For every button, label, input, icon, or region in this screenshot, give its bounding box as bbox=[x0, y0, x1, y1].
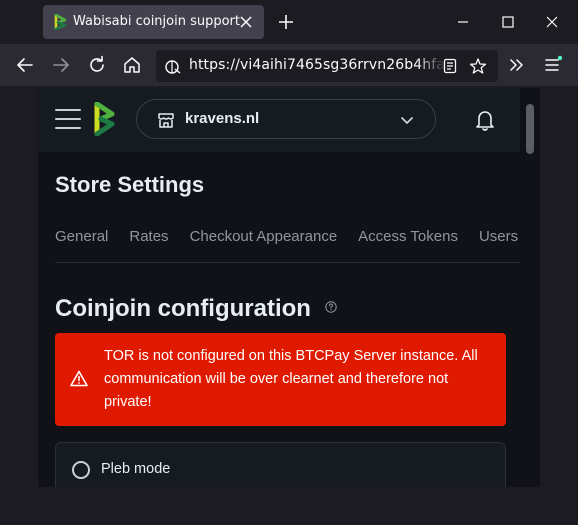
frame-right bbox=[540, 86, 578, 487]
store-icon bbox=[158, 113, 174, 128]
store-name: kravens.nl bbox=[185, 110, 260, 127]
alert-message: TOR is not configured on this BTCPay Ser… bbox=[104, 348, 478, 410]
notifications-bell-icon[interactable] bbox=[474, 108, 496, 132]
overflow-chevrons-icon[interactable] bbox=[506, 54, 528, 76]
tor-warning-alert: TOR is not configured on this BTCPay Ser… bbox=[55, 333, 506, 426]
frame-left bbox=[0, 86, 38, 487]
section-title: Coinjoin configuration bbox=[55, 295, 311, 322]
tab-users[interactable]: Users bbox=[479, 228, 518, 245]
chevron-down-icon bbox=[401, 117, 413, 124]
back-arrow-icon[interactable] bbox=[14, 54, 36, 76]
reader-view-icon[interactable] bbox=[443, 58, 457, 74]
tab-access-tokens[interactable]: Access Tokens bbox=[358, 228, 458, 245]
onion-icon bbox=[165, 60, 181, 74]
help-question-icon[interactable] bbox=[325, 301, 337, 313]
page-viewport: kravens.nl Store Settings General Rates Ch… bbox=[38, 88, 540, 487]
page-title: Store Settings bbox=[55, 172, 205, 197]
url-bar[interactable]: https://vi4aihi7465sg36rrvn26b4hfaanmjon… bbox=[156, 50, 498, 82]
browser-navbar: https://vi4aihi7465sg36rrvn26b4hfaanmjon… bbox=[0, 44, 578, 86]
tab-general[interactable]: General bbox=[55, 228, 108, 245]
tab-checkout-appearance[interactable]: Checkout Appearance bbox=[190, 228, 338, 245]
app-menu-icon[interactable] bbox=[542, 54, 564, 76]
close-window-icon[interactable] bbox=[542, 12, 562, 32]
bookmark-star-icon[interactable] bbox=[469, 57, 487, 75]
settings-tabs: General Rates Checkout Appearance Access To… bbox=[55, 226, 520, 252]
browser-tab[interactable]: Wabisabi coinjoin support bbox=[43, 5, 264, 39]
new-tab-icon[interactable] bbox=[275, 11, 297, 33]
browser-titlebar: Wabisabi coinjoin support bbox=[0, 0, 578, 44]
store-selector[interactable]: kravens.nl bbox=[136, 99, 436, 139]
hamburger-menu-icon[interactable] bbox=[55, 109, 81, 129]
close-tab-icon[interactable] bbox=[237, 13, 255, 31]
btcpay-brand-logo-icon[interactable] bbox=[94, 102, 116, 136]
pleb-mode-radio[interactable] bbox=[72, 461, 90, 479]
mode-card: Pleb mode bbox=[55, 442, 506, 487]
frame-bottom bbox=[0, 487, 578, 525]
warning-triangle-icon bbox=[70, 370, 88, 387]
tab-rates[interactable]: Rates bbox=[129, 228, 168, 245]
minimize-icon[interactable] bbox=[453, 12, 473, 32]
tab-title: Wabisabi coinjoin support bbox=[73, 14, 241, 29]
reload-icon[interactable] bbox=[86, 54, 108, 76]
btcpay-logo-icon bbox=[54, 14, 67, 30]
forward-arrow-icon[interactable] bbox=[50, 54, 72, 76]
scrollbar-thumb[interactable] bbox=[526, 104, 534, 154]
maximize-icon[interactable] bbox=[498, 12, 518, 32]
home-icon[interactable] bbox=[121, 54, 143, 76]
tabs-divider bbox=[55, 262, 520, 263]
app-header: kravens.nl bbox=[38, 88, 540, 152]
pleb-mode-label[interactable]: Pleb mode bbox=[101, 461, 170, 477]
main-content: Store Settings General Rates Checkout Appe… bbox=[38, 152, 540, 487]
